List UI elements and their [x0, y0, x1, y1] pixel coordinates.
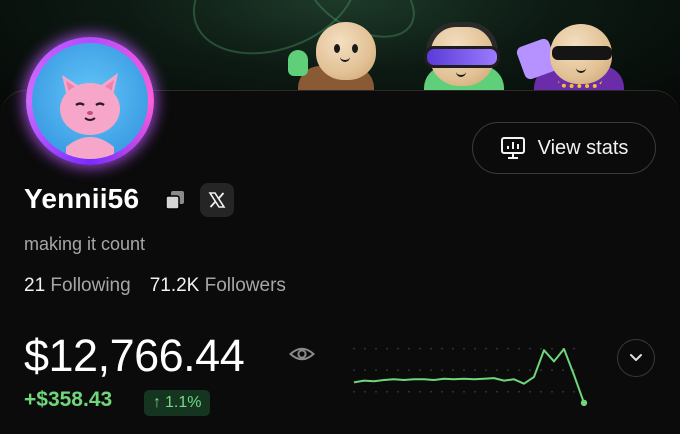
- balance-change-badge: ↑ 1.1%: [144, 390, 211, 416]
- chart-grid-dot: [474, 369, 476, 372]
- chart-grid-dot: [551, 369, 553, 372]
- chart-grid-dot: [364, 347, 366, 350]
- chevron-down-icon: [630, 354, 642, 361]
- chart-grid-dot: [397, 390, 399, 393]
- chart-grid-dot: [375, 347, 377, 350]
- chart-grid-dot: [452, 390, 454, 393]
- view-stats-label: View stats: [537, 136, 629, 159]
- chart-grid-dot: [408, 390, 410, 393]
- chart-grid-dot: [375, 369, 377, 372]
- chart-grid-dot: [353, 390, 355, 393]
- chart-grid-dot: [364, 369, 366, 372]
- avatar-image: [32, 43, 148, 159]
- chart-grid-dot: [430, 369, 432, 372]
- chart-grid-dot: [485, 390, 487, 393]
- chart-grid-dot: [562, 390, 564, 393]
- chart-grid-dot: [419, 347, 421, 350]
- chart-grid-dot: [386, 390, 388, 393]
- pink-cat-icon: [60, 73, 120, 159]
- chart-grid-dot: [507, 390, 509, 393]
- chart-series-line: [353, 348, 585, 404]
- avatar[interactable]: [26, 37, 154, 165]
- chart-grid-dot: [452, 347, 454, 350]
- chart-grid-dot: [518, 369, 520, 372]
- chart-grid-dot: [397, 369, 399, 372]
- chart-grid-dot: [375, 390, 377, 393]
- following-label: Following: [50, 275, 131, 296]
- following-count: 21: [24, 275, 46, 296]
- chart-grid-dot: [441, 347, 443, 350]
- chart-grid-dot: [419, 369, 421, 372]
- chart-grid-dot: [551, 390, 553, 393]
- chart-grid-dot: [430, 390, 432, 393]
- followers-link[interactable]: 71.2K Followers: [150, 275, 286, 297]
- chart-grid-dot: [397, 347, 399, 350]
- chart-grid-dot: [353, 347, 355, 350]
- chart-grid-dot: [452, 369, 454, 372]
- chart-grid-dot: [386, 369, 388, 372]
- chart-grid-dot: [430, 347, 432, 350]
- following-link[interactable]: 21 Following: [24, 275, 131, 297]
- balance-change-amount: +$358.43: [24, 388, 113, 411]
- chart-grid-dot: [463, 347, 465, 350]
- chart-grid-dot: [529, 347, 531, 350]
- chart-grid-dot: [474, 347, 476, 350]
- chart-grid-dot: [507, 347, 509, 350]
- chart-grid-dot: [529, 369, 531, 372]
- portfolio-balance: $12,766.44: [24, 330, 245, 381]
- chart-grid-dot: [573, 390, 575, 393]
- chart-current-point: [580, 399, 588, 407]
- chart-grid-dot: [408, 347, 410, 350]
- chart-grid-dot: [441, 369, 443, 372]
- view-stats-button[interactable]: View stats: [472, 122, 656, 174]
- chart-points: [353, 348, 588, 407]
- chart-grid-dot: [551, 347, 553, 350]
- copy-icon[interactable]: [163, 188, 187, 212]
- chart-grid-dot: [496, 369, 498, 372]
- balance-change-percent: 1.1%: [165, 394, 202, 411]
- chart-grid-dot: [463, 390, 465, 393]
- chart-grid-dot: [386, 347, 388, 350]
- chart-grid-dot: [353, 369, 355, 372]
- chart-grid-dot: [496, 347, 498, 350]
- followers-count: 71.2K: [149, 275, 200, 296]
- chart-grid-dot: [496, 390, 498, 393]
- chart-grid-dot: [540, 369, 542, 372]
- arrow-up-icon: ↑: [153, 394, 161, 411]
- chart-grid-dot: [441, 390, 443, 393]
- chart-grid-dot: [364, 390, 366, 393]
- presentation-chart-icon: [500, 137, 525, 159]
- chart-grid-dot: [485, 347, 487, 350]
- username: Yennii56: [24, 183, 140, 214]
- chart-grid-dot: [573, 347, 575, 350]
- expand-chart-button[interactable]: [617, 339, 655, 377]
- profile-bio: making it count: [24, 234, 146, 254]
- followers-label: Followers: [204, 275, 286, 296]
- chart-grid-dot: [485, 369, 487, 372]
- chart-grid-dot: [518, 347, 520, 350]
- chart-grid-dot: [529, 390, 531, 393]
- chart-grid-dot: [540, 390, 542, 393]
- chart-grid-dot: [408, 369, 410, 372]
- chart-grid-dot: [419, 390, 421, 393]
- x-profile-link[interactable]: [200, 183, 234, 217]
- chart-grid-dot: [507, 369, 509, 372]
- chart-grid-dot: [463, 369, 465, 372]
- balance-sparkline-chart: [353, 347, 588, 407]
- chart-grid-dot: [518, 390, 520, 393]
- eye-icon[interactable]: [289, 345, 315, 363]
- x-logo-icon: [208, 192, 226, 208]
- chart-grid-dot: [474, 390, 476, 393]
- chart-grid-dot: [562, 369, 564, 372]
- follow-stats: 21 Following 71.2K Followers: [24, 275, 286, 297]
- chart-grid-dot: [540, 347, 542, 350]
